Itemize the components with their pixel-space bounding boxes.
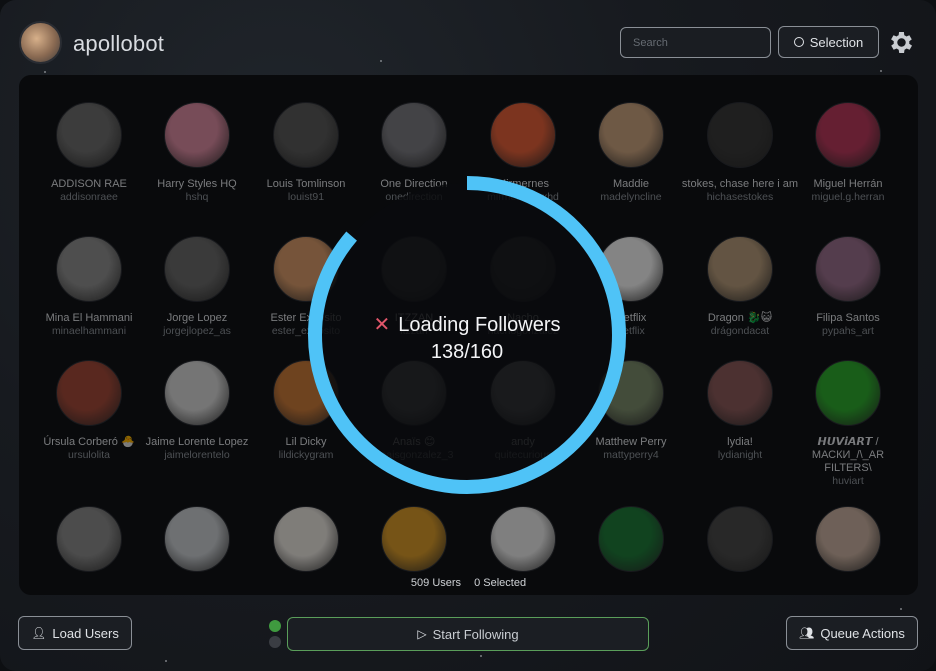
circle-icon bbox=[793, 37, 804, 47]
selection-label: Selection bbox=[809, 34, 864, 50]
star bbox=[900, 608, 902, 610]
load-users-label: Load Users bbox=[52, 625, 119, 641]
star bbox=[165, 660, 167, 662]
queue-actions-button[interactable]: 👥︎ Queue Actions bbox=[786, 616, 918, 650]
panel-stats: 509 Users 0 Selected bbox=[19, 577, 918, 589]
app-title: apollobot bbox=[73, 31, 165, 56]
users-count: 509 Users bbox=[410, 577, 462, 589]
selected-count: 0 Selected bbox=[474, 577, 527, 589]
star bbox=[480, 655, 482, 657]
gear-icon[interactable] bbox=[887, 28, 916, 57]
star bbox=[880, 70, 882, 72]
play-icon: ▷ bbox=[417, 627, 427, 641]
search-input[interactable] bbox=[620, 27, 771, 58]
status-dot-inactive bbox=[269, 636, 281, 648]
start-following-label: Start Following bbox=[432, 626, 519, 642]
loading-count: 138/160 bbox=[430, 341, 504, 363]
queue-actions-label: Queue Actions bbox=[820, 625, 905, 641]
start-following-button[interactable]: ▷ Start Following bbox=[287, 617, 649, 651]
close-icon[interactable]: ✕ bbox=[373, 314, 390, 336]
add-user-icon: 👤︎ bbox=[31, 626, 47, 640]
star bbox=[44, 71, 46, 73]
loading-title: Loading Followers bbox=[398, 314, 561, 336]
selection-button[interactable]: Selection bbox=[778, 26, 879, 58]
account-avatar[interactable] bbox=[19, 21, 62, 64]
load-users-button[interactable]: 👤︎ Load Users bbox=[18, 616, 132, 650]
app-window: apollobot Selection ADDISON RAEaddisonra… bbox=[0, 0, 936, 671]
users-icon: 👥︎ bbox=[799, 626, 815, 640]
loading-title-row: ✕ Loading Followers bbox=[305, 312, 629, 337]
star bbox=[380, 60, 382, 62]
status-dot-active bbox=[269, 620, 281, 632]
